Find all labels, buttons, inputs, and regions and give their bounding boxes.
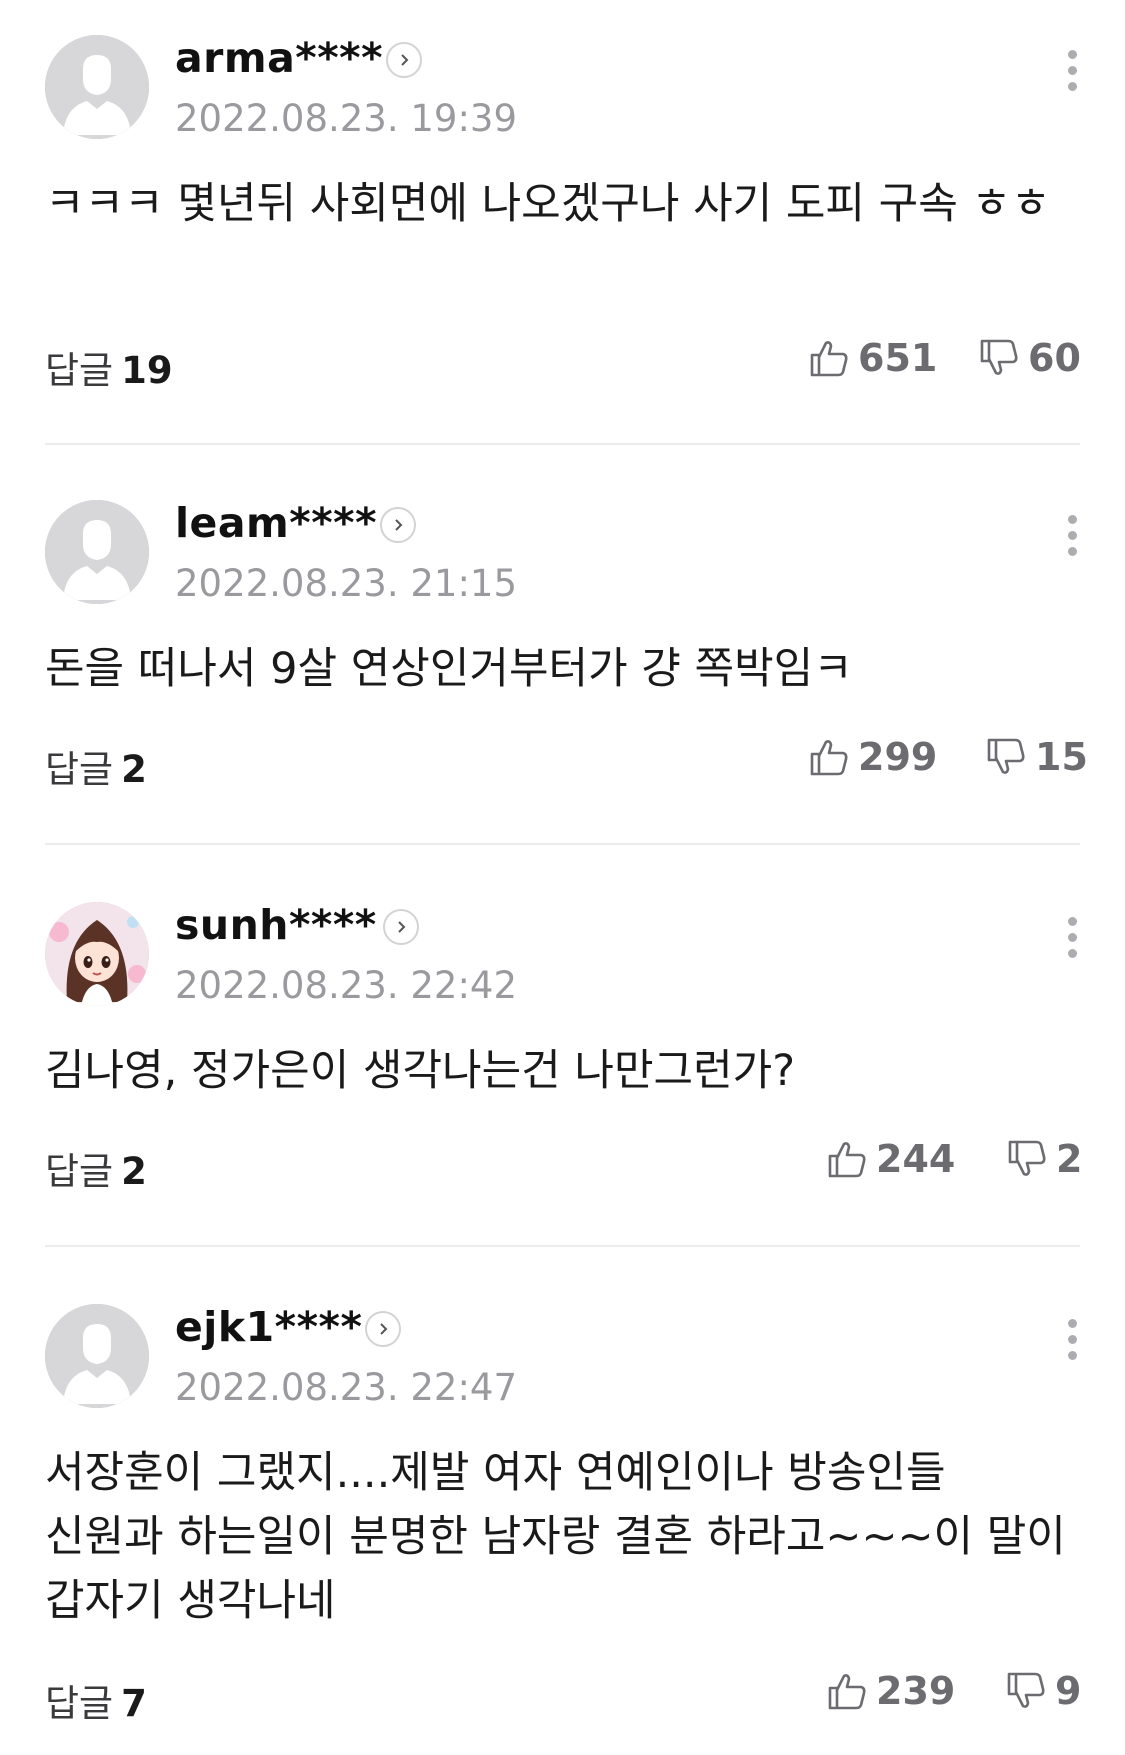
reply-button[interactable]: 답글 19 [45,340,173,394]
reply-button[interactable]: 답글 2 [45,1141,147,1195]
more-options-icon[interactable] [1060,46,1084,96]
reply-count: 7 [121,1682,147,1725]
default-avatar-icon [45,35,149,139]
dislike-count: 15 [1035,735,1088,779]
chevron-right-icon [398,921,406,933]
cartoon-girl-avatar-icon [45,902,149,1006]
like-count: 244 [876,1137,956,1181]
reply-label: 답글 [45,748,114,791]
reply-button[interactable]: 답글 7 [45,1673,147,1727]
like-button[interactable]: 651 [808,336,937,380]
thumbs-down-icon [980,339,1018,375]
reply-label: 답글 [45,1682,114,1725]
profile-arrow-button[interactable] [386,42,422,78]
like-button[interactable]: 299 [808,735,937,779]
comment-date: 2022.08.23. 22:42 [175,964,517,1007]
comment-list: arma**** 2022.08.23. 19:39 ㅋㅋㅋ 몇년뒤 사회면에 … [0,0,1125,1755]
dislike-button[interactable]: 60 [978,336,1081,380]
avatar[interactable] [45,902,149,1006]
reply-count: 19 [121,349,173,392]
thumbs-up-icon [810,740,848,776]
nickname[interactable]: arma**** [175,34,383,82]
like-count: 239 [876,1669,956,1713]
comment-item: leam**** 2022.08.23. 21:15 돈을 떠나서 9살 연상인… [0,445,1125,840]
dislike-button[interactable]: 9 [1005,1669,1081,1713]
reply-label: 답글 [45,349,114,392]
comment-date: 2022.08.23. 22:47 [175,1366,517,1409]
more-options-icon[interactable] [1060,1315,1084,1365]
reply-count: 2 [121,748,147,791]
avatar[interactable] [45,500,149,604]
default-avatar-icon [45,500,149,604]
thumbs-down-icon [987,738,1025,774]
like-button[interactable]: 244 [826,1137,955,1181]
avatar[interactable] [45,1304,149,1408]
more-options-icon[interactable] [1060,913,1084,963]
reply-button[interactable]: 답글 2 [45,739,147,793]
comment-item: arma**** 2022.08.23. 19:39 ㅋㅋㅋ 몇년뒤 사회면에 … [0,0,1125,440]
chevron-right-icon [395,519,403,531]
comment-item: sunh**** 2022.08.23. 22:42 김나영, 정가은이 생각나… [0,845,1125,1245]
reply-count: 2 [121,1150,147,1193]
comment-item: ejk1**** 2022.08.23. 22:47 서장훈이 그랬지....제… [0,1247,1125,1755]
thumbs-up-icon [828,1142,866,1178]
nickname[interactable]: ejk1**** [175,1303,362,1351]
profile-arrow-button[interactable] [365,1311,401,1347]
nickname[interactable]: leam**** [175,499,377,547]
chevron-right-icon [380,1323,388,1335]
thumbs-up-icon [810,341,848,377]
dislike-button[interactable]: 2 [1006,1137,1082,1181]
comment-text: 서장훈이 그랬지....제발 여자 연예인이나 방송인들 신원과 하는일이 분명… [45,1448,1066,1626]
chevron-right-icon [401,54,409,66]
comment-text: 김나영, 정가은이 생각나는건 나만그런가? [45,1046,796,1096]
comment-date: 2022.08.23. 21:15 [175,562,517,605]
like-count: 651 [858,336,938,380]
thumbs-down-icon [1008,1140,1046,1176]
avatar[interactable] [45,35,149,139]
thumbs-down-icon [1007,1672,1045,1708]
default-avatar-icon [45,1304,149,1408]
reply-label: 답글 [45,1150,114,1193]
dislike-button[interactable]: 15 [985,735,1088,779]
comment-text: ㅋㅋㅋ 몇년뒤 사회면에 나오겠구나 사기 도피 구속 ㅎㅎ [45,179,1051,229]
more-options-icon[interactable] [1060,511,1084,561]
like-button[interactable]: 239 [826,1669,955,1713]
nickname[interactable]: sunh**** [175,901,377,949]
comment-text: 돈을 떠나서 9살 연상인거부터가 걍 쪽박임ㅋ [45,644,853,694]
like-count: 299 [858,735,938,779]
profile-arrow-button[interactable] [380,507,416,543]
dislike-count: 9 [1055,1669,1082,1713]
thumbs-up-icon [828,1674,866,1710]
comment-date: 2022.08.23. 19:39 [175,97,517,140]
profile-arrow-button[interactable] [383,909,419,945]
dislike-count: 2 [1056,1137,1083,1181]
dislike-count: 60 [1028,336,1081,380]
